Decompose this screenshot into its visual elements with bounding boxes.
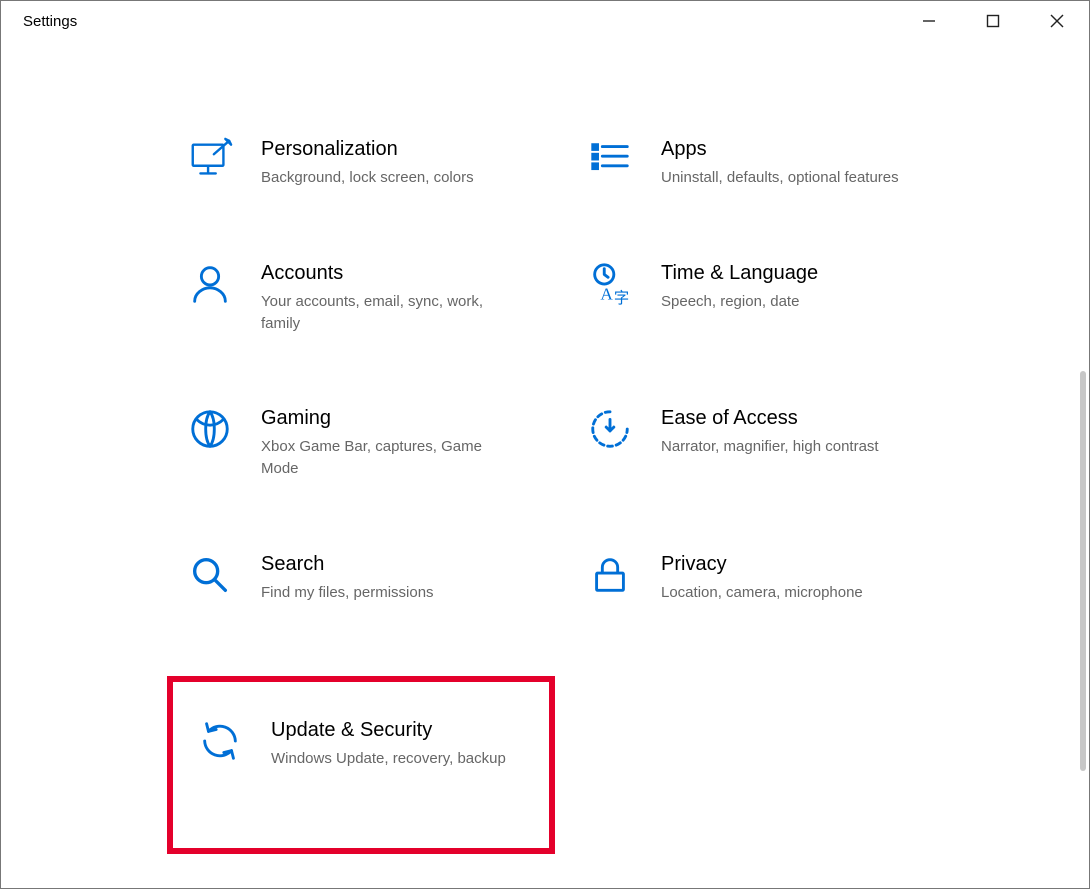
category-desc: Background, lock screen, colors — [261, 167, 521, 189]
accounts-icon — [185, 261, 235, 311]
scrollbar[interactable] — [1080, 371, 1086, 771]
category-title: Personalization — [261, 137, 521, 161]
search-icon — [185, 552, 235, 602]
window-title: Settings — [23, 13, 77, 30]
svg-text:字: 字 — [614, 290, 629, 307]
settings-window: Settings — [0, 0, 1090, 889]
category-accounts[interactable]: Accounts Your accounts, email, sync, wor… — [181, 255, 551, 341]
settings-grid: Personalization Background, lock screen,… — [181, 131, 1089, 840]
category-desc: Narrator, magnifier, high contrast — [661, 436, 921, 458]
category-desc: Windows Update, recovery, backup — [271, 748, 531, 770]
maximize-icon — [986, 14, 1000, 28]
category-title: Gaming — [261, 406, 521, 430]
category-search[interactable]: Search Find my files, permissions — [181, 546, 551, 610]
minimize-icon — [922, 14, 936, 28]
settings-content: Personalization Background, lock screen,… — [1, 41, 1089, 888]
gaming-icon — [185, 406, 235, 456]
minimize-button[interactable] — [897, 1, 961, 41]
titlebar: Settings — [1, 1, 1089, 41]
time-language-icon: A 字 — [585, 261, 635, 311]
category-desc: Uninstall, defaults, optional features — [661, 167, 921, 189]
category-title: Ease of Access — [661, 406, 921, 430]
svg-text:A: A — [600, 284, 613, 303]
category-desc: Speech, region, date — [661, 291, 921, 313]
category-update-security[interactable]: Update & Security Windows Update, recove… — [181, 690, 541, 840]
ease-of-access-icon — [585, 406, 635, 456]
category-desc: Xbox Game Bar, captures, Game Mode — [261, 436, 521, 480]
category-personalization[interactable]: Personalization Background, lock screen,… — [181, 131, 551, 195]
category-desc: Your accounts, email, sync, work, family — [261, 291, 521, 335]
category-time-language[interactable]: A 字 Time & Language Speech, region, date — [581, 255, 951, 319]
close-icon — [1050, 14, 1064, 28]
close-button[interactable] — [1025, 1, 1089, 41]
category-desc: Find my files, permissions — [261, 582, 521, 604]
category-gaming[interactable]: Gaming Xbox Game Bar, captures, Game Mod… — [181, 400, 551, 486]
category-title: Accounts — [261, 261, 521, 285]
category-title: Update & Security — [271, 718, 531, 742]
window-controls — [897, 1, 1089, 41]
category-ease-of-access[interactable]: Ease of Access Narrator, magnifier, high… — [581, 400, 951, 464]
apps-icon — [585, 137, 635, 187]
personalization-icon — [185, 137, 235, 187]
update-security-icon — [195, 718, 245, 768]
maximize-button[interactable] — [961, 1, 1025, 41]
privacy-icon — [585, 552, 635, 602]
category-title: Time & Language — [661, 261, 921, 285]
category-apps[interactable]: Apps Uninstall, defaults, optional featu… — [581, 131, 951, 195]
category-title: Privacy — [661, 552, 921, 576]
category-privacy[interactable]: Privacy Location, camera, microphone — [581, 546, 951, 610]
category-title: Apps — [661, 137, 921, 161]
category-title: Search — [261, 552, 521, 576]
category-desc: Location, camera, microphone — [661, 582, 921, 604]
